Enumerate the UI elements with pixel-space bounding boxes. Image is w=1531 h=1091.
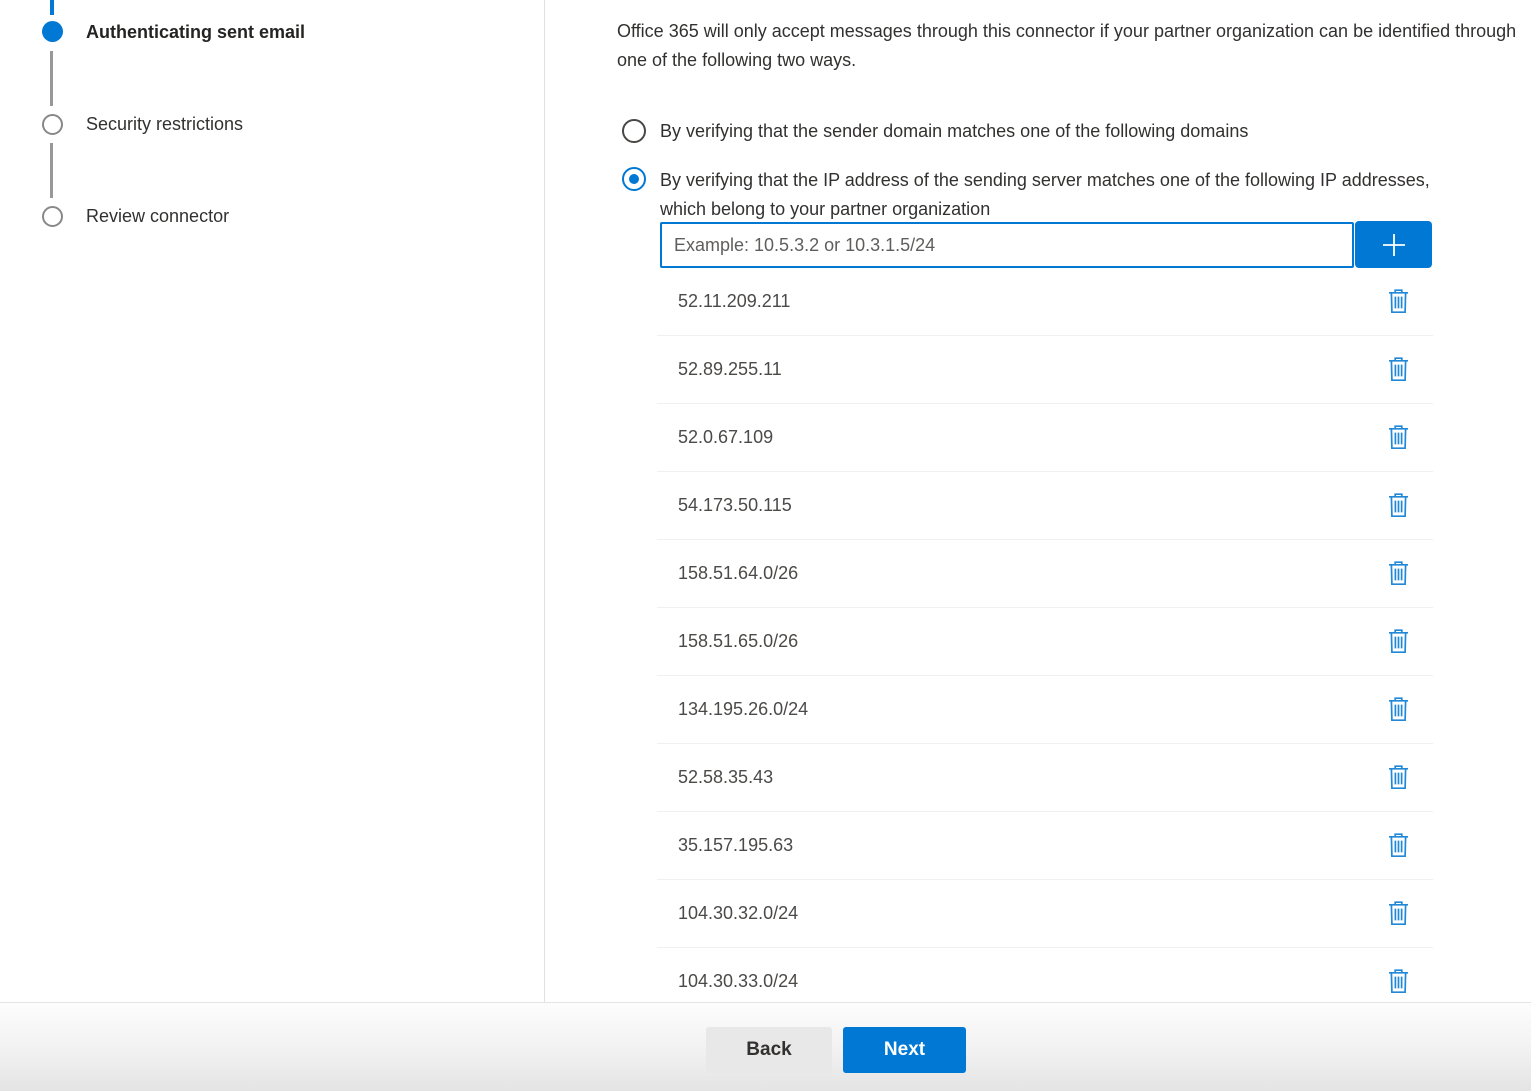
delete-ip-button[interactable] <box>1386 287 1411 316</box>
ip-address-text: 35.157.195.63 <box>678 835 793 856</box>
delete-ip-button[interactable] <box>1386 763 1411 792</box>
delete-ip-button[interactable] <box>1386 695 1411 724</box>
delete-ip-button[interactable] <box>1386 491 1411 520</box>
plus-icon <box>1379 230 1409 260</box>
trash-icon <box>1388 357 1409 382</box>
ip-address-input[interactable] <box>660 222 1354 268</box>
step-review-connector[interactable]: Review connector <box>86 205 229 227</box>
ip-address-text: 52.11.209.211 <box>678 291 790 312</box>
radio-selected-dot <box>629 174 639 184</box>
ip-address-row: 134.195.26.0/24 <box>657 676 1433 744</box>
delete-ip-button[interactable] <box>1386 559 1411 588</box>
ip-address-row: 52.58.35.43 <box>657 744 1433 812</box>
delete-ip-button[interactable] <box>1386 967 1411 996</box>
delete-ip-button[interactable] <box>1386 627 1411 656</box>
trash-icon <box>1388 561 1409 586</box>
delete-ip-button[interactable] <box>1386 899 1411 928</box>
radio-option-label: By verifying that the IP address of the … <box>660 166 1475 224</box>
ip-address-row: 54.173.50.115 <box>657 472 1433 540</box>
radio-button-icon[interactable] <box>622 119 646 143</box>
radio-option-sender-domain[interactable]: By verifying that the sender domain matc… <box>622 118 1248 144</box>
stepper-connector <box>50 143 53 198</box>
stepper-connector <box>50 51 53 106</box>
radio-option-ip-address[interactable]: By verifying that the IP address of the … <box>622 166 1475 224</box>
ip-address-row: 35.157.195.63 <box>657 812 1433 880</box>
delete-ip-button[interactable] <box>1386 355 1411 384</box>
trash-icon <box>1388 833 1409 858</box>
ip-address-row: 104.30.33.0/24 <box>657 948 1433 1002</box>
stepper-rail-top <box>50 0 54 15</box>
wizard-stepper: Authenticating sent email Security restr… <box>0 0 545 1002</box>
ip-address-text: 158.51.65.0/26 <box>678 631 798 652</box>
delete-ip-button[interactable] <box>1386 423 1411 452</box>
ip-address-row: 104.30.32.0/24 <box>657 880 1433 948</box>
ip-address-row: 158.51.64.0/26 <box>657 540 1433 608</box>
trash-icon <box>1388 289 1409 314</box>
step-circle-icon <box>42 114 63 135</box>
trash-icon <box>1388 425 1409 450</box>
step-security-restrictions[interactable]: Security restrictions <box>86 113 243 135</box>
ip-address-text: 104.30.32.0/24 <box>678 903 798 924</box>
add-ip-button[interactable] <box>1355 221 1432 268</box>
back-button[interactable]: Back <box>706 1027 832 1073</box>
step-circle-icon <box>42 206 63 227</box>
ip-address-text: 158.51.64.0/26 <box>678 563 798 584</box>
wizard-footer: Back Next <box>0 1002 1531 1091</box>
ip-address-text: 104.30.33.0/24 <box>678 971 798 992</box>
trash-icon <box>1388 765 1409 790</box>
ip-address-text: 52.0.67.109 <box>678 427 773 448</box>
ip-address-text: 54.173.50.115 <box>678 495 792 516</box>
page-description: Office 365 will only accept messages thr… <box>617 17 1529 75</box>
trash-icon <box>1388 629 1409 654</box>
step-current-dot <box>42 21 63 42</box>
next-button[interactable]: Next <box>843 1027 966 1073</box>
ip-address-text: 134.195.26.0/24 <box>678 699 808 720</box>
ip-address-row: 52.89.255.11 <box>657 336 1433 404</box>
ip-address-row: 52.11.209.211 <box>657 268 1433 336</box>
trash-icon <box>1388 697 1409 722</box>
trash-icon <box>1388 493 1409 518</box>
ip-address-row: 158.51.65.0/26 <box>657 608 1433 676</box>
ip-address-row: 52.0.67.109 <box>657 404 1433 472</box>
radio-option-label: By verifying that the sender domain matc… <box>660 118 1248 144</box>
step-authenticating-sent-email[interactable]: Authenticating sent email <box>86 21 305 43</box>
ip-address-text: 52.89.255.11 <box>678 359 782 380</box>
ip-address-text: 52.58.35.43 <box>678 767 773 788</box>
trash-icon <box>1388 901 1409 926</box>
radio-button-icon[interactable] <box>622 167 646 191</box>
ip-address-list: 52.11.209.211 52.89.255.11 <box>657 268 1433 1002</box>
delete-ip-button[interactable] <box>1386 831 1411 860</box>
trash-icon <box>1388 969 1409 994</box>
